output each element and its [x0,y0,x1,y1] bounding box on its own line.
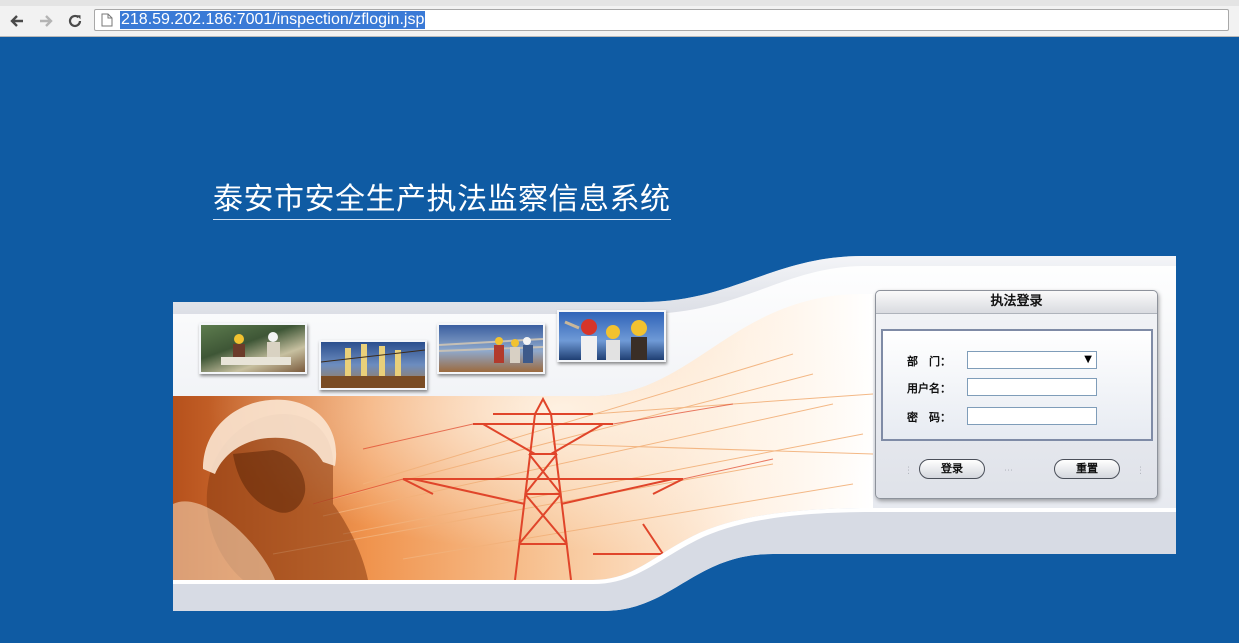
page-title: 泰安市安全生产执法监察信息系统 [213,174,671,220]
workers-image [221,332,291,365]
login-box: 执法登录 部 门： ▼ 用户名： 密 码： ⋮ 登录 ⋯ 重置 ⋮ [875,290,1158,499]
forward-button[interactable] [35,10,57,32]
login-heading: 执法登录 [876,291,1157,314]
password-label: 密 码： [907,411,951,424]
login-button[interactable]: 登录 [919,459,985,479]
back-arrow-icon [10,15,23,27]
divider-dots-left: ⋮ [904,466,913,476]
power-plant-image [321,344,425,388]
divider-dots-right: ⋮ [1136,466,1145,476]
reload-button[interactable] [64,10,86,32]
reload-icon [68,14,82,28]
password-input[interactable] [967,407,1097,425]
dropdown-arrow-icon: ▼ [1084,354,1092,365]
username-label: 用户名： [907,382,951,395]
back-button[interactable] [6,10,28,32]
reset-button[interactable]: 重置 [1054,459,1120,479]
login-form: 部 门： ▼ 用户名： 密 码： [881,329,1153,441]
browser-toolbar: 218.59.202.186:7001/inspection/zflogin.j… [0,6,1239,37]
crew-image [439,337,543,363]
photo-engineers-hardhats [557,310,666,362]
login-panel: 执法登录 部 门： ▼ 用户名： 密 码： ⋮ 登录 ⋯ 重置 ⋮ [173,254,1176,611]
dept-select[interactable]: ▼ [967,351,1097,369]
photo-power-plant [319,340,427,390]
photo-workers-reviewing-plans [199,323,307,374]
divider-dots-mid: ⋯ [1004,466,1013,476]
page-icon [101,13,113,27]
photo-construction-crew [437,323,545,374]
username-input[interactable] [967,378,1097,396]
dept-label: 部 门： [907,355,951,368]
url-text[interactable]: 218.59.202.186:7001/inspection/zflogin.j… [120,11,426,29]
address-bar[interactable]: 218.59.202.186:7001/inspection/zflogin.j… [94,9,1229,31]
forward-arrow-icon [40,15,53,27]
engineers-image [564,319,647,360]
